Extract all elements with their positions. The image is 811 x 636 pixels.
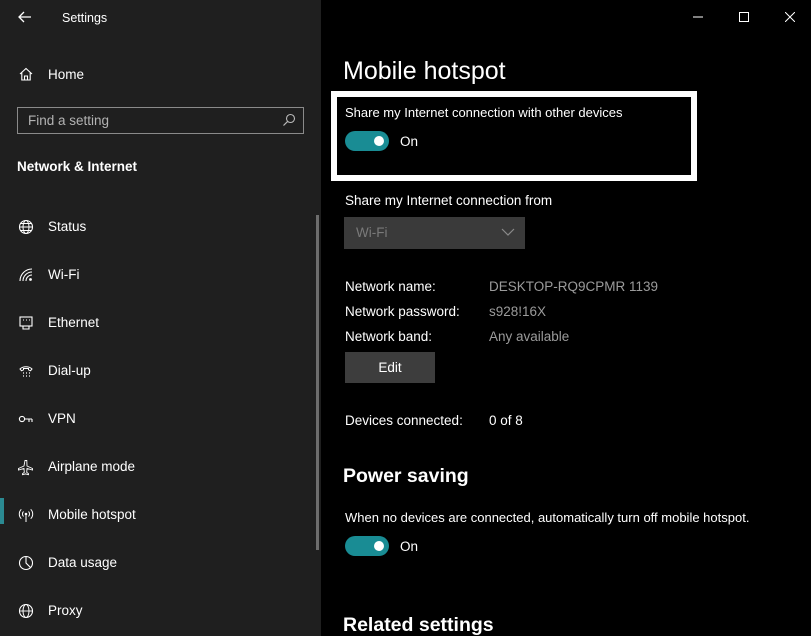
sidebar: Settings Home Network & Internet Status … [0,0,321,636]
wifi-icon [19,268,33,282]
app-title: Settings [62,11,108,25]
search-input[interactable] [28,111,268,130]
close-icon [785,12,795,22]
sidebar-scrollbar[interactable] [316,215,319,550]
nav-list: Status Wi-Fi Ethernet Dial-up VPN Airpla… [0,210,321,636]
sidebar-item-label: Status [48,219,87,234]
data-usage-icon [18,555,34,571]
network-name-value: DESKTOP-RQ9CPMR 1139 [489,279,659,294]
sidebar-item-vpn[interactable]: VPN [0,402,321,450]
toggle-knob [374,541,384,551]
sidebar-item-label: Ethernet [48,315,100,330]
power-saving-toggle[interactable] [345,536,389,556]
power-saving-title: Power saving [343,465,469,487]
power-saving-description: When no devices are connected, automatic… [345,510,750,525]
sidebar-item-label: Mobile hotspot [48,507,136,522]
sidebar-item-label: Airplane mode [48,459,136,474]
globe-icon [18,219,34,235]
share-from-label: Share my Internet connection from [345,193,553,208]
sidebar-item-label: Proxy [48,603,83,618]
chevron-down-icon [501,228,515,236]
sidebar-item-wifi[interactable]: Wi-Fi [0,258,321,306]
search-icon[interactable] [282,113,296,127]
maximize-button[interactable] [721,0,767,34]
sidebar-item-home[interactable]: Home [0,58,321,90]
share-from-dropdown[interactable]: Wi-Fi [344,217,525,249]
hotspot-icon [18,508,34,522]
sidebar-item-status[interactable]: Status [0,210,321,258]
network-password-value: s928!16X [489,304,547,319]
airplane-icon [18,460,33,476]
section-title: Network & Internet [17,159,138,174]
share-toggle-state: On [400,134,419,149]
devices-connected-value: 0 of 8 [489,413,523,428]
sidebar-item-proxy[interactable]: Proxy [0,594,321,636]
edit-button[interactable]: Edit [345,352,435,383]
network-band-value: Any available [489,329,570,344]
sidebar-item-mobile-hotspot[interactable]: Mobile hotspot [0,498,321,546]
sidebar-item-ethernet[interactable]: Ethernet [0,306,321,354]
power-toggle-state: On [400,539,419,554]
share-connection-toggle[interactable] [345,131,389,151]
maximize-icon [739,12,749,22]
back-arrow-icon [18,11,31,23]
search-box[interactable] [17,107,304,134]
sidebar-item-label: Wi-Fi [48,267,80,282]
vpn-icon [18,415,33,423]
ethernet-icon [19,316,33,330]
minimize-button[interactable] [675,0,721,34]
back-button[interactable] [14,6,36,28]
main-content: Mobile hotspot Share my Internet connect… [321,0,811,636]
close-button[interactable] [767,0,811,34]
sidebar-item-data-usage[interactable]: Data usage [0,546,321,594]
network-name-label: Network name: [345,279,436,294]
share-from-value: Wi-Fi [356,225,388,240]
sidebar-item-label: Home [48,67,85,82]
dialup-icon [19,366,33,377]
sidebar-item-dialup[interactable]: Dial-up [0,354,321,402]
sidebar-item-label: Data usage [48,555,118,570]
sidebar-item-label: Dial-up [48,363,91,378]
related-settings-title: Related settings [343,614,494,636]
share-connection-label: Share my Internet connection with other … [345,105,623,120]
page-title: Mobile hotspot [343,57,506,85]
network-band-label: Network band: [345,329,433,344]
network-password-label: Network password: [345,304,460,319]
minimize-icon [693,16,703,18]
sidebar-item-label: VPN [48,411,76,426]
toggle-knob [374,136,384,146]
devices-connected-label: Devices connected: [345,413,463,428]
sidebar-item-airplane-mode[interactable]: Airplane mode [0,450,321,498]
title-bar: Settings [0,0,321,34]
home-icon [19,67,33,81]
globe-icon [18,603,34,619]
selection-indicator [0,498,4,524]
